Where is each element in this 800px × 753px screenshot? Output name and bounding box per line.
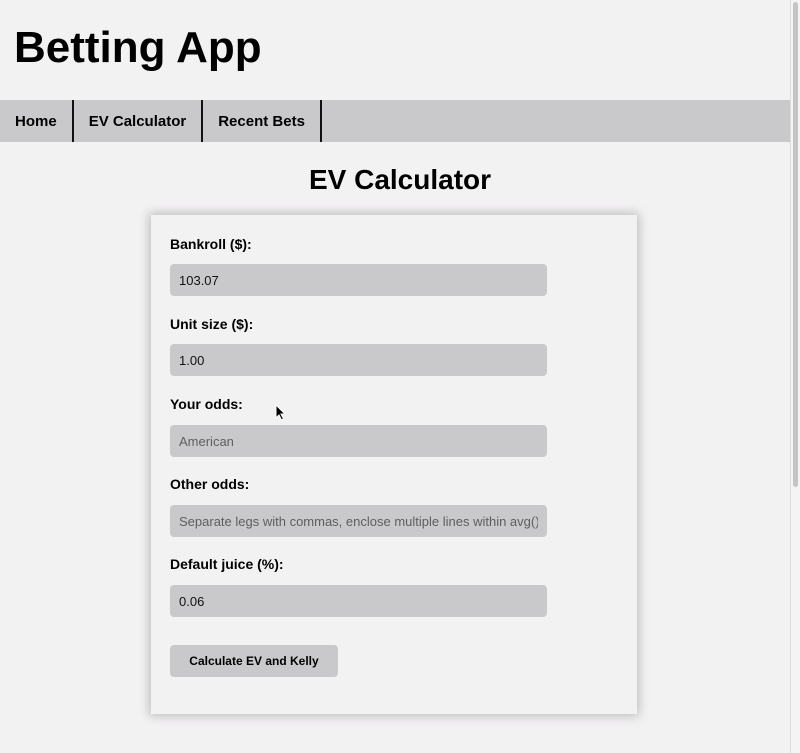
- nav-item-home[interactable]: Home: [0, 100, 74, 142]
- unit-size-label: Unit size ($):: [170, 316, 254, 332]
- default-juice-label: Default juice (%):: [170, 556, 284, 572]
- unit-size-input[interactable]: [170, 344, 547, 376]
- nav-item-ev-calculator[interactable]: EV Calculator: [74, 100, 204, 142]
- default-juice-input[interactable]: [170, 585, 547, 617]
- page-scrollbar[interactable]: [790, 0, 800, 753]
- bankroll-label: Bankroll ($):: [170, 236, 252, 252]
- other-odds-input[interactable]: [170, 505, 547, 537]
- page-scrollbar-thumb[interactable]: [793, 2, 798, 487]
- app-title: Betting App: [14, 23, 262, 72]
- bankroll-input[interactable]: [170, 264, 547, 296]
- page-title: EV Calculator: [308, 164, 492, 195]
- mouse-pointer-icon: [275, 404, 287, 421]
- your-odds-input[interactable]: [170, 425, 547, 457]
- calculate-ev-kelly-button[interactable]: Calculate EV and Kelly: [170, 645, 338, 677]
- nav-item-recent-bets[interactable]: Recent Bets: [203, 100, 322, 142]
- other-odds-label: Other odds:: [170, 476, 250, 492]
- app-root: Betting App Home EV Calculator Recent Be…: [0, 0, 790, 753]
- your-odds-label: Your odds:: [170, 396, 243, 412]
- ev-calculator-form: Bankroll ($): Unit size ($): Your odds: …: [151, 215, 637, 714]
- navbar: Home EV Calculator Recent Bets: [0, 100, 790, 142]
